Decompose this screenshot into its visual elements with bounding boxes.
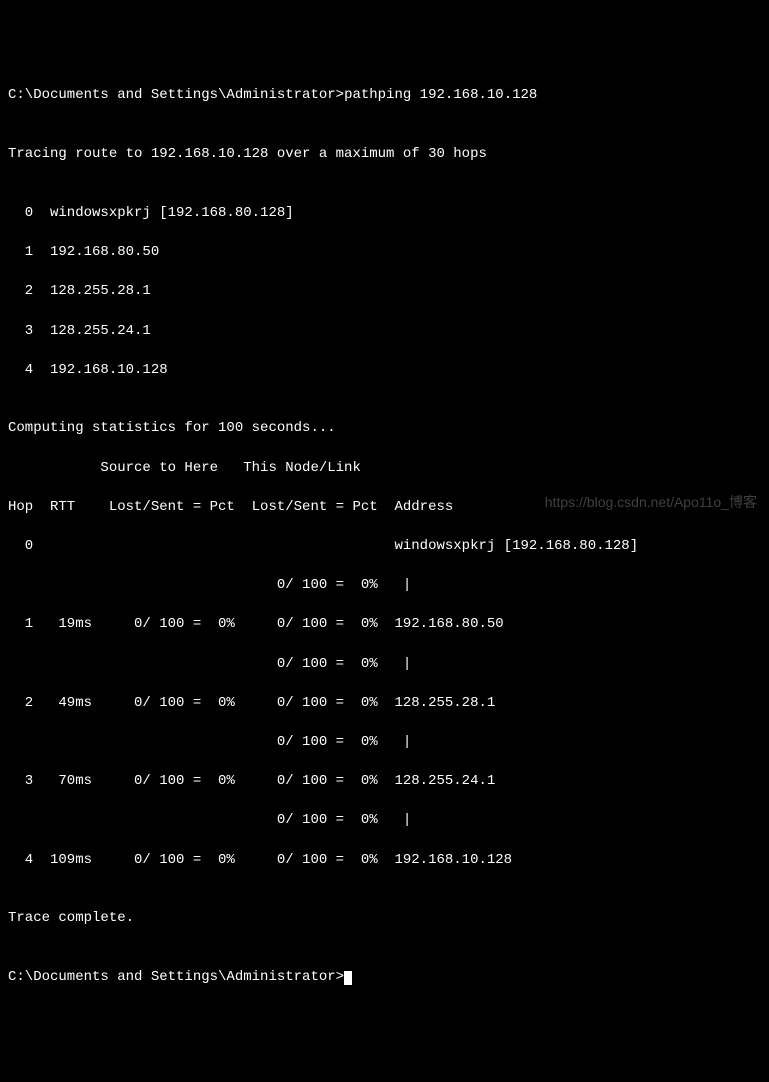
- stats-row: 3 70ms 0/ 100 = 0% 0/ 100 = 0% 128.255.2…: [8, 772, 761, 792]
- route-hop-1: 1 192.168.80.50: [8, 243, 761, 263]
- tracing-header: Tracing route to 192.168.10.128 over a m…: [8, 145, 761, 165]
- column-header-2: Hop RTT Lost/Sent = Pct Lost/Sent = Pct …: [8, 498, 761, 518]
- prompt-text: C:\Documents and Settings\Administrator>: [8, 969, 344, 985]
- cursor-icon: [344, 971, 352, 985]
- stats-row: 1 19ms 0/ 100 = 0% 0/ 100 = 0% 192.168.8…: [8, 615, 761, 635]
- route-hop-3: 3 128.255.24.1: [8, 322, 761, 342]
- command-line[interactable]: C:\Documents and Settings\Administrator>…: [8, 86, 761, 106]
- prompt-text: C:\Documents and Settings\Administrator>: [8, 87, 344, 103]
- stats-row: 0 windowsxpkrj [192.168.80.128]: [8, 537, 761, 557]
- route-hop-0: 0 windowsxpkrj [192.168.80.128]: [8, 204, 761, 224]
- stats-row: 0/ 100 = 0% |: [8, 733, 761, 753]
- route-hop-2: 2 128.255.28.1: [8, 282, 761, 302]
- stats-row: 4 109ms 0/ 100 = 0% 0/ 100 = 0% 192.168.…: [8, 851, 761, 871]
- command-text: pathping 192.168.10.128: [344, 87, 537, 103]
- route-hop-4: 4 192.168.10.128: [8, 361, 761, 381]
- stats-row: 0/ 100 = 0% |: [8, 576, 761, 596]
- stats-row: 0/ 100 = 0% |: [8, 811, 761, 831]
- computing-header: Computing statistics for 100 seconds...: [8, 419, 761, 439]
- column-header-1: Source to Here This Node/Link: [8, 459, 761, 479]
- final-prompt-line[interactable]: C:\Documents and Settings\Administrator>: [8, 968, 761, 988]
- stats-row: 0/ 100 = 0% |: [8, 655, 761, 675]
- stats-row: 2 49ms 0/ 100 = 0% 0/ 100 = 0% 128.255.2…: [8, 694, 761, 714]
- trace-complete: Trace complete.: [8, 909, 761, 929]
